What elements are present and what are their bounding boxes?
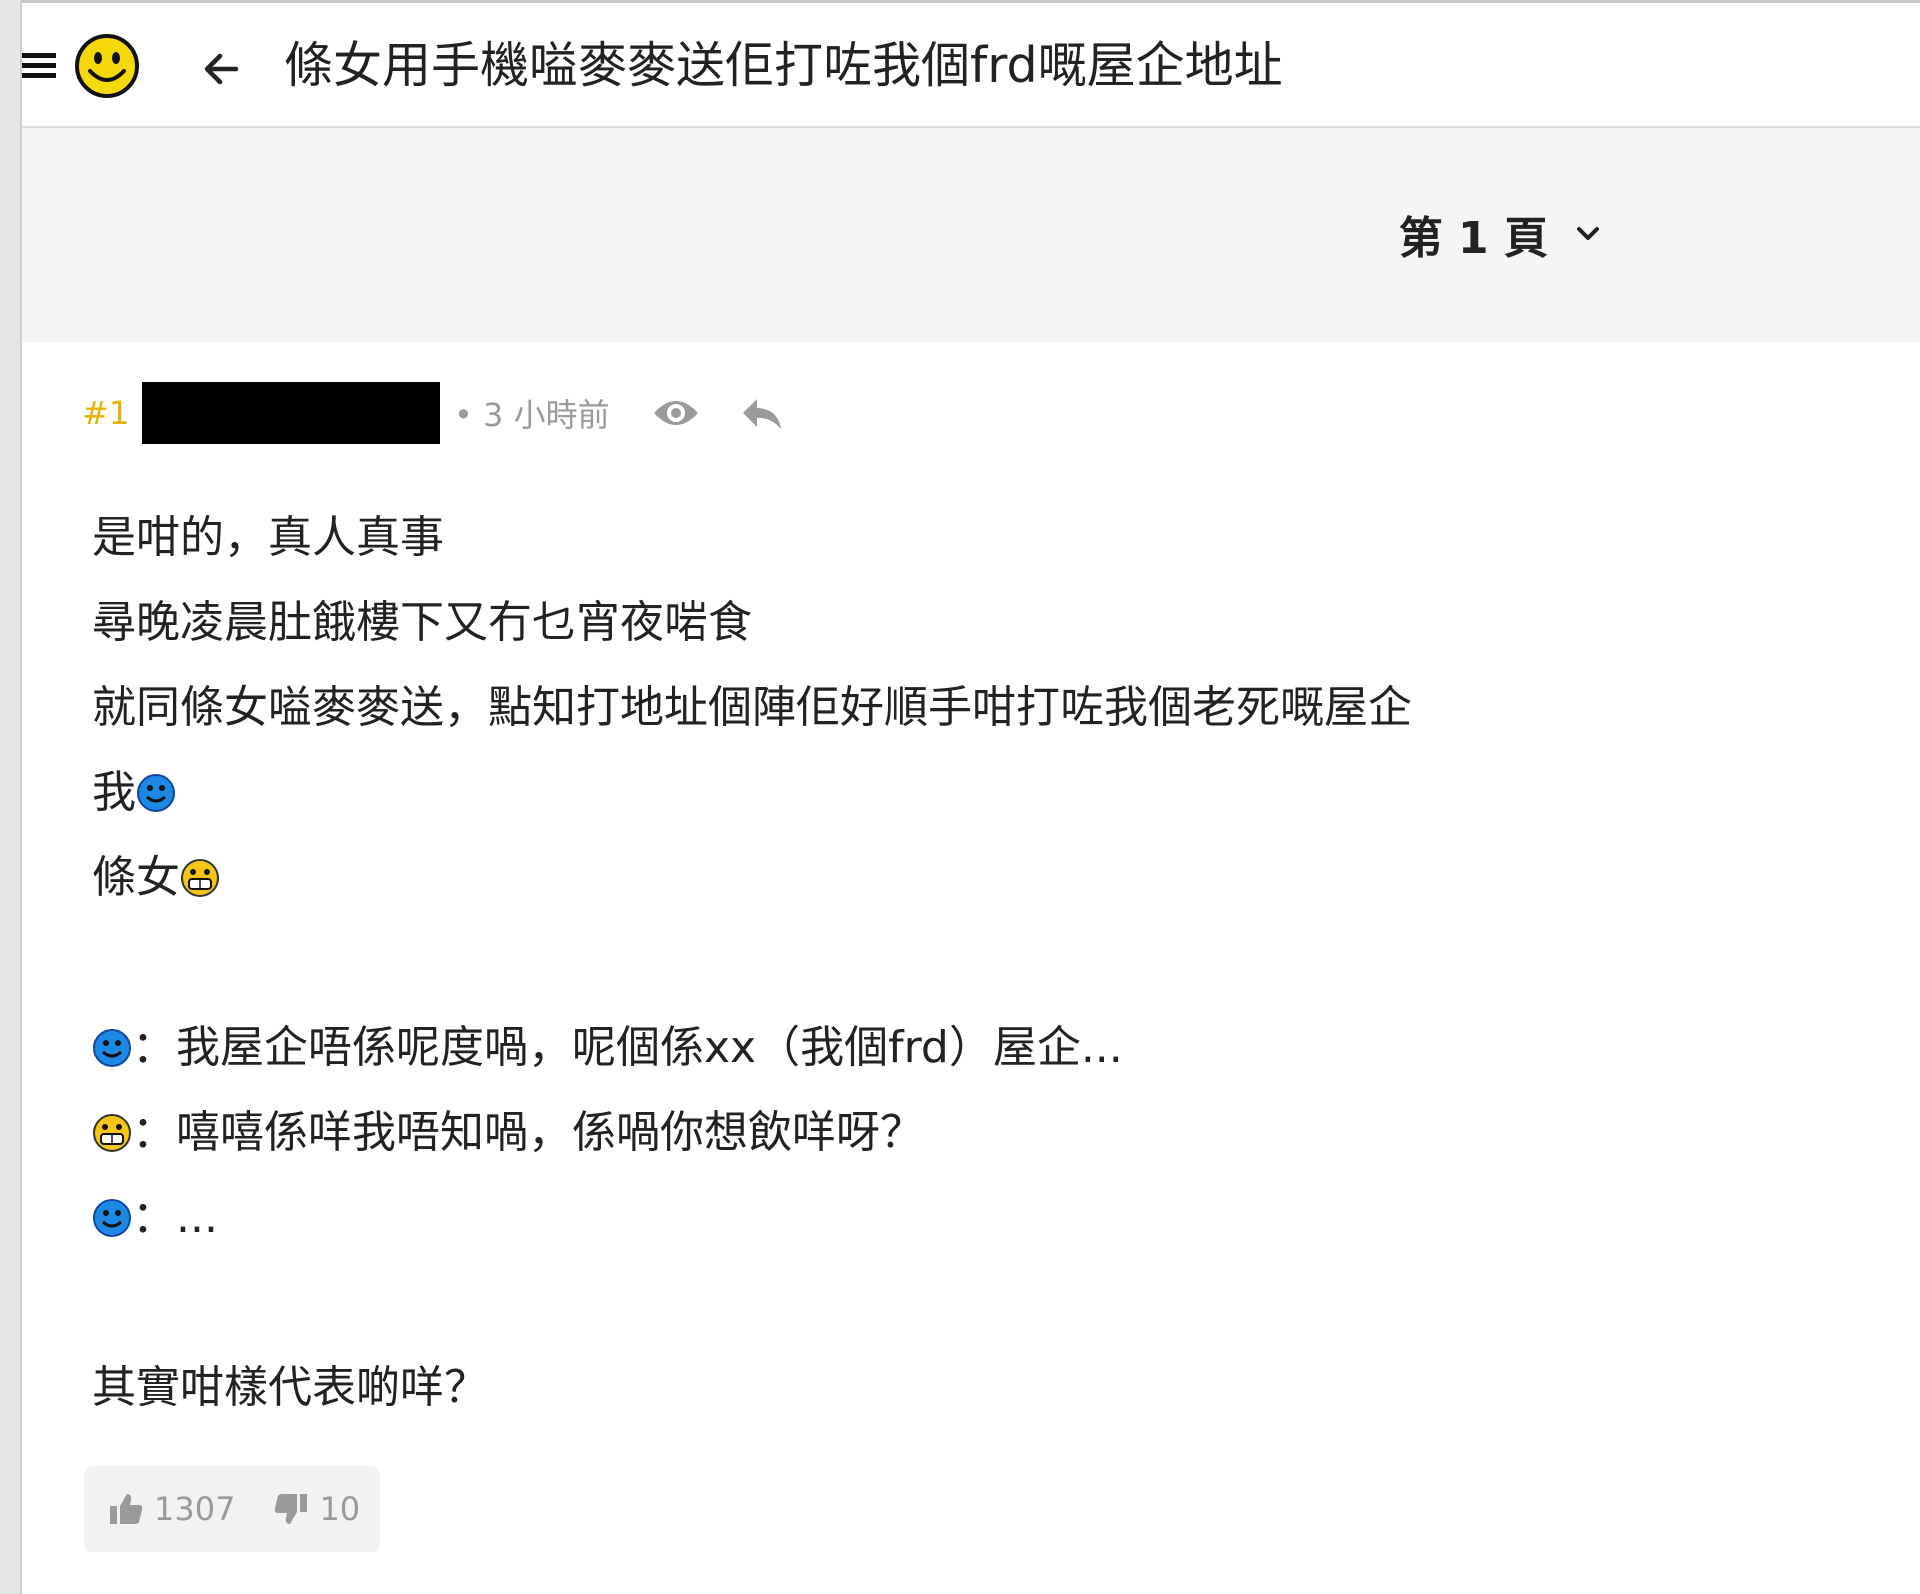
- left-sidebar-edge: [0, 0, 22, 1594]
- back-arrow-icon[interactable]: [192, 39, 252, 99]
- blue-smiley-icon: [137, 773, 175, 812]
- thumbs-down-icon: [275, 1494, 308, 1524]
- post-text: 條女: [92, 851, 180, 903]
- post-text: ：我屋企唔係呢度喎，呢個係xx（我個frd）屋企...: [132, 1021, 1123, 1073]
- post-line: 是咁的，真人真事: [92, 511, 444, 563]
- menu-icon[interactable]: [22, 53, 56, 83]
- page-label: 第 1 頁: [1398, 213, 1548, 264]
- post-line: 尋晚凌晨肚餓樓下又冇乜宵夜啱食: [92, 596, 752, 648]
- post-line: 就同條女嗌麥麥送，點知打地址個陣佢好順手咁打咗我個老死嘅屋企: [92, 681, 1412, 733]
- post-text: ：...: [132, 1191, 218, 1243]
- grin-smiley-icon: [181, 858, 219, 897]
- like-count: 1307: [154, 1490, 236, 1528]
- post-content: 是咁的，真人真事 尋晚凌晨肚餓樓下又冇乜宵夜啱食 就同條女嗌麥麥送，點知打地址個…: [92, 495, 1412, 1430]
- page-selector[interactable]: 第 1 頁: [1399, 202, 1602, 266]
- post-line: 條女: [92, 835, 1412, 920]
- post-line: ：嘻嘻係咩我唔知喎，係喎你想飲咩呀？: [92, 1090, 1412, 1175]
- post-time: • 3 小時前: [454, 396, 610, 434]
- dislike-count: 10: [319, 1490, 361, 1528]
- eye-icon[interactable]: [650, 387, 702, 439]
- thumbs-up-icon: [110, 1494, 143, 1524]
- post-text: 我: [92, 766, 136, 818]
- post-number: #1: [82, 394, 130, 432]
- pagination-bar: 第 1 頁: [22, 128, 1920, 342]
- post-line: ：...: [92, 1175, 1412, 1260]
- redacted-username: [142, 382, 440, 444]
- blue-smiley-icon: [93, 1028, 131, 1067]
- reply-icon[interactable]: [736, 387, 788, 439]
- topbar: 條女用手機嗌麥麥送佢打咗我個frd嘅屋企地址: [22, 3, 1920, 128]
- chevron-down-icon: [1577, 227, 1599, 240]
- grin-smiley-icon: [93, 1113, 131, 1152]
- smiley-logo-icon[interactable]: [74, 33, 140, 99]
- blue-smiley-icon: [93, 1198, 131, 1237]
- thread-title: 條女用手機嗌麥麥送佢打咗我個frd嘅屋企地址: [284, 37, 1283, 94]
- post-header: #1 • 3 小時前: [82, 378, 788, 448]
- post-text: ：嘻嘻係咩我唔知喎，係喎你想飲咩呀？: [132, 1106, 924, 1158]
- dislike-button[interactable]: 10: [273, 1490, 360, 1528]
- post-line: 我: [92, 750, 1412, 835]
- post-line: ：我屋企唔係呢度喎，呢個係xx（我個frd）屋企...: [92, 1005, 1412, 1090]
- like-button[interactable]: 1307: [108, 1490, 235, 1528]
- post-line: 其實咁樣代表啲咩？: [92, 1361, 488, 1413]
- vote-box: 1307 10: [84, 1466, 380, 1552]
